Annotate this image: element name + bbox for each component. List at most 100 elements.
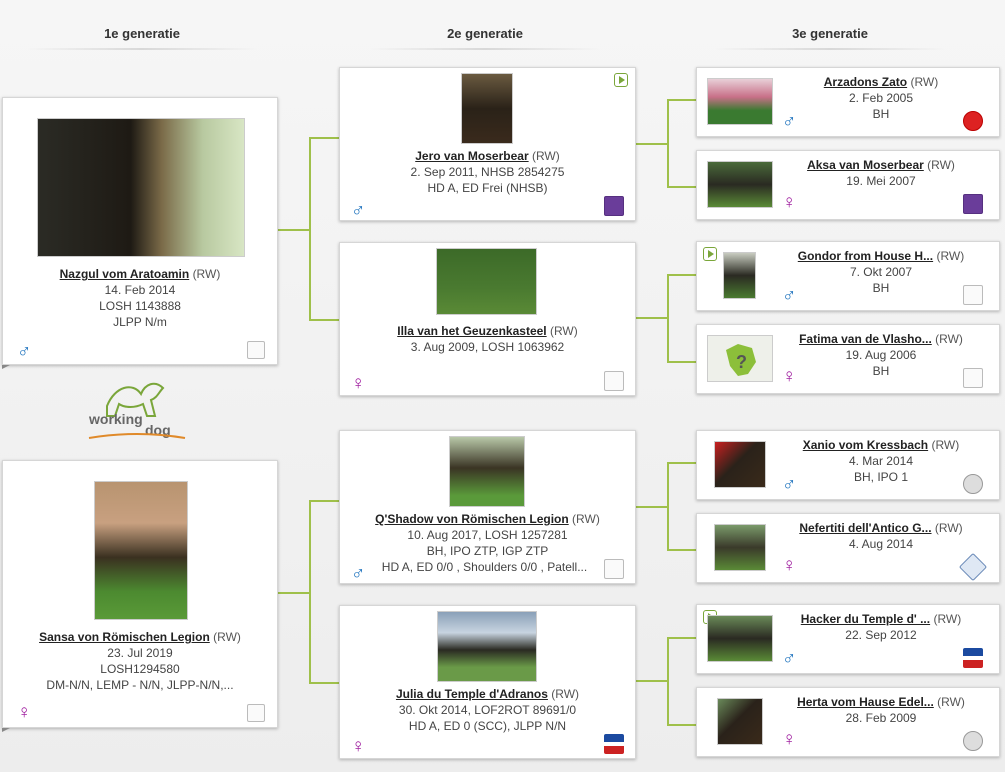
dog-title: Illa van het Geuzenkasteel (RW) xyxy=(340,323,635,339)
registry-badge-icon[interactable] xyxy=(963,194,983,214)
dog-birthdate: 22. Sep 2012 xyxy=(845,628,917,642)
dog-card-gen3-7[interactable]: Hacker du Temple d' ... (RW) 22. Sep 201… xyxy=(696,604,1000,674)
dog-titles: BH xyxy=(872,281,890,295)
dog-card-gen1-dam[interactable]: Sansa von Römischen Legion (RW) 23. Jul … xyxy=(2,460,278,728)
dog-card-gen1-sire[interactable]: Nazgul vom Aratoamin (RW) 14. Feb 2014 L… xyxy=(2,97,278,365)
dog-name-link[interactable]: Gondor from House H... xyxy=(798,249,933,263)
dog-title: Nefertiti dell'Antico G... (RW) xyxy=(777,520,985,536)
dog-title: Julia du Temple d'Adranos (RW) xyxy=(340,686,635,702)
connector xyxy=(667,637,669,725)
dog-title: Arzadons Zato (RW) xyxy=(777,74,985,90)
registry-tag: (RW) xyxy=(213,630,241,644)
svg-text:?: ? xyxy=(736,352,747,372)
dog-photo[interactable] xyxy=(723,252,756,299)
registry-badge-icon[interactable] xyxy=(963,474,983,494)
dog-title: Hacker du Temple d' ... (RW) xyxy=(777,611,985,627)
dog-photo[interactable] xyxy=(707,78,773,125)
connector xyxy=(309,500,339,502)
placeholder-photo[interactable]: ? xyxy=(707,335,773,382)
connector xyxy=(667,274,669,362)
connector xyxy=(667,274,696,276)
dog-birthdate: 23. Jul 2019 xyxy=(107,646,173,660)
registry-tag: (RW) xyxy=(935,332,963,346)
registry-badge-icon[interactable] xyxy=(604,371,624,391)
dog-birthdate-reg: 3. Aug 2009, LOSH 1063962 xyxy=(410,340,565,354)
registry-tag: (RW) xyxy=(572,512,600,526)
dog-health: HD A, ED 0/0 , Shoulders 0/0 , Patell... xyxy=(381,560,588,574)
dog-birthdate: 14. Feb 2014 xyxy=(104,283,176,297)
dog-name-link[interactable]: Julia du Temple d'Adranos xyxy=(396,687,548,701)
female-icon: ♀ xyxy=(351,373,366,394)
connector xyxy=(636,506,668,508)
registry-badge-icon[interactable] xyxy=(604,196,624,216)
dog-card-gen3-3[interactable]: Gondor from House H... (RW) 7. Okt 2007 … xyxy=(696,241,1000,311)
registry-badge-icon[interactable] xyxy=(963,368,983,388)
video-play-icon[interactable] xyxy=(703,247,717,261)
dog-health: DM-N/N, LEMP - N/N, JLPP-N/N,... xyxy=(46,678,234,692)
dog-card-gen3-5[interactable]: Xanio vom Kressbach (RW) 4. Mar 2014 BH,… xyxy=(696,430,1000,500)
dog-photo[interactable] xyxy=(436,248,537,315)
dog-name-link[interactable]: Hacker du Temple d' ... xyxy=(801,612,930,626)
dog-birthdate: 19. Aug 2006 xyxy=(845,348,917,362)
dog-photo[interactable] xyxy=(717,698,763,745)
connector xyxy=(667,462,669,550)
registry-badge-icon[interactable] xyxy=(963,731,983,751)
dog-titles: BH, IPO ZTP, IGP ZTP xyxy=(426,544,549,558)
male-icon: ♂ xyxy=(782,111,797,132)
male-icon: ♂ xyxy=(782,285,797,306)
male-icon: ♂ xyxy=(17,341,32,362)
dog-card-gen2-4[interactable]: Julia du Temple d'Adranos (RW) 30. Okt 2… xyxy=(339,605,636,759)
dog-card-gen3-6[interactable]: Nefertiti dell'Antico G... (RW) 4. Aug 2… xyxy=(696,513,1000,583)
registry-badge-icon[interactable] xyxy=(247,704,265,722)
connector xyxy=(309,682,339,684)
registry-tag: (RW) xyxy=(934,521,963,535)
connector xyxy=(636,317,668,319)
dog-photo[interactable] xyxy=(714,524,766,571)
dog-card-gen3-1[interactable]: Arzadons Zato (RW) 2. Feb 2005 BH ♂ xyxy=(696,67,1000,137)
registry-badge-icon[interactable] xyxy=(958,552,988,582)
dog-photo[interactable] xyxy=(707,161,773,208)
dog-name-link[interactable]: Nazgul vom Aratoamin xyxy=(60,267,190,281)
dog-reg-number: LOSH 1143888 xyxy=(99,299,181,313)
dog-name-link[interactable]: Nefertiti dell'Antico G... xyxy=(799,521,931,535)
dog-birthdate-reg: 30. Okt 2014, LOF2ROT 89691/0 xyxy=(398,703,577,717)
dog-name-link[interactable]: Fatima van de Vlasho... xyxy=(799,332,932,346)
dog-card-gen3-2[interactable]: Aksa van Moserbear (RW) 19. Mei 2007 ♀ xyxy=(696,150,1000,220)
dog-name-link[interactable]: Jero van Moserbear xyxy=(415,149,528,163)
female-icon: ♀ xyxy=(17,702,32,723)
registry-tag: (RW) xyxy=(937,695,965,709)
dog-card-gen3-4[interactable]: ? Fatima van de Vlasho... (RW) 19. Aug 2… xyxy=(696,324,1000,394)
dog-card-gen3-8[interactable]: Herta vom Hause Edel... (RW) 28. Feb 200… xyxy=(696,687,1000,757)
dog-name-link[interactable]: Sansa von Römischen Legion xyxy=(39,630,210,644)
registry-badge-icon[interactable] xyxy=(604,559,624,579)
dog-title: Herta vom Hause Edel... (RW) xyxy=(777,694,985,710)
dog-card-gen2-3[interactable]: Q'Shadow von Römischen Legion (RW) 10. A… xyxy=(339,430,636,584)
dog-photo[interactable] xyxy=(37,118,245,257)
dog-photo[interactable] xyxy=(707,615,773,662)
connector xyxy=(309,500,311,684)
dog-birthdate: 19. Mei 2007 xyxy=(846,174,916,188)
dog-name-link[interactable]: Illa van het Geuzenkasteel xyxy=(397,324,546,338)
dog-photo[interactable] xyxy=(449,436,525,507)
dog-card-gen2-1[interactable]: Jero van Moserbear (RW) 2. Sep 2011, NHS… xyxy=(339,67,636,221)
registry-badge-icon[interactable] xyxy=(963,648,983,668)
registry-badge-icon[interactable] xyxy=(247,341,265,359)
dog-name-link[interactable]: Arzadons Zato xyxy=(824,75,907,89)
registry-badge-icon[interactable] xyxy=(963,285,983,305)
male-icon: ♂ xyxy=(782,474,797,495)
dog-photo[interactable] xyxy=(461,73,513,144)
unknown-dog-icon: ? xyxy=(726,344,756,376)
dog-card-gen2-2[interactable]: Illa van het Geuzenkasteel (RW) 3. Aug 2… xyxy=(339,242,636,396)
dog-name-link[interactable]: Q'Shadow von Römischen Legion xyxy=(375,512,569,526)
connector xyxy=(667,549,696,551)
dog-name-link[interactable]: Xanio vom Kressbach xyxy=(803,438,928,452)
dog-name-link[interactable]: Aksa van Moserbear xyxy=(807,158,924,172)
dog-photo[interactable] xyxy=(714,441,766,488)
video-play-icon[interactable] xyxy=(614,73,628,87)
registry-badge-icon[interactable] xyxy=(604,734,624,754)
dog-photo[interactable] xyxy=(437,611,537,682)
registry-tag: (RW) xyxy=(933,612,962,626)
dog-name-link[interactable]: Herta vom Hause Edel... xyxy=(797,695,934,709)
dog-photo[interactable] xyxy=(94,481,188,620)
registry-badge-icon[interactable] xyxy=(963,111,983,131)
